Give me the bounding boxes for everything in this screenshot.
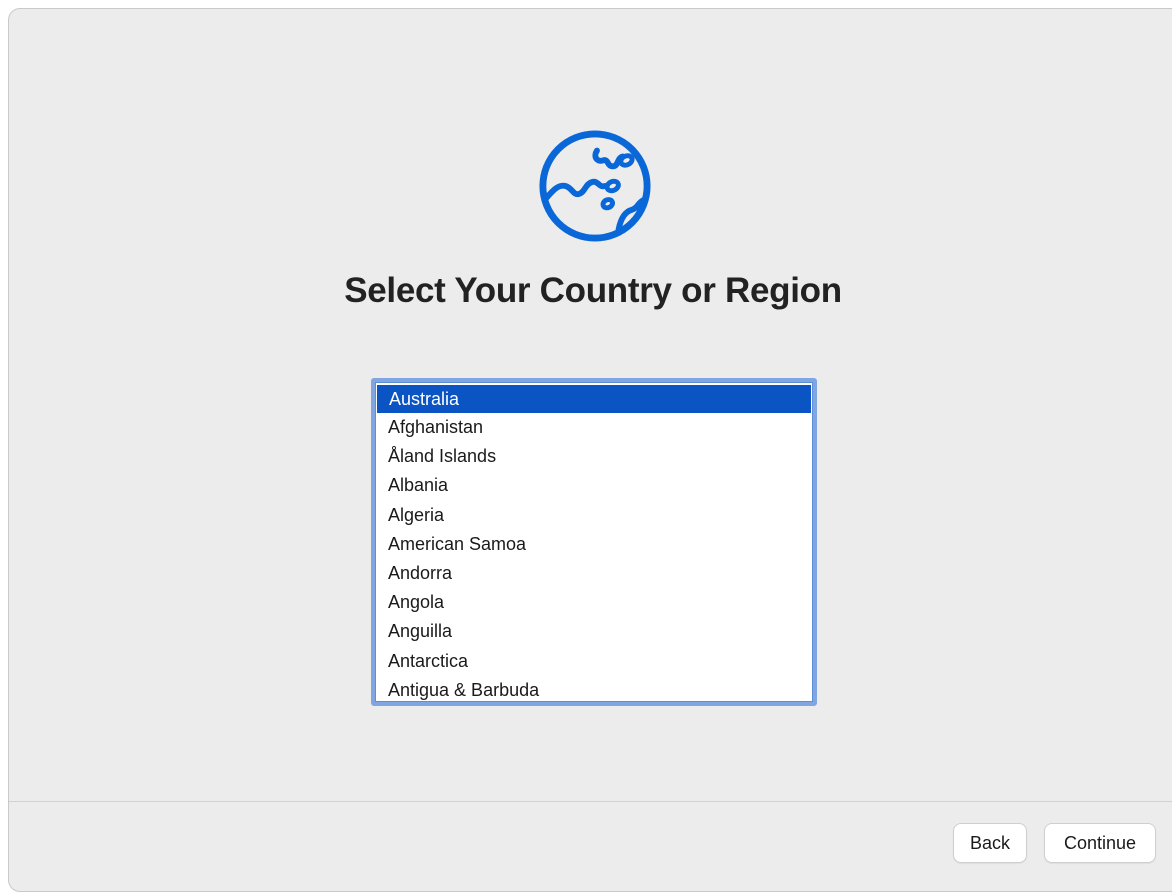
country-list: Australia Afghanistan Åland Islands Alba… <box>375 382 813 702</box>
page-title: Select Your Country or Region <box>344 271 842 310</box>
back-button[interactable]: Back <box>953 823 1027 863</box>
globe-icon <box>539 130 651 242</box>
list-item[interactable]: Antigua & Barbuda <box>376 676 812 702</box>
list-item[interactable]: Angola <box>376 588 812 617</box>
list-item[interactable]: Algeria <box>376 501 812 530</box>
setup-window: Select Your Country or Region Australia … <box>8 8 1172 892</box>
footer-divider <box>9 801 1172 802</box>
list-item[interactable]: Albania <box>376 471 812 500</box>
country-listbox[interactable]: Australia Afghanistan Åland Islands Alba… <box>371 378 817 706</box>
list-item[interactable]: Afghanistan <box>376 413 812 442</box>
list-item[interactable]: Andorra <box>376 559 812 588</box>
list-item-selected[interactable]: Australia <box>377 385 811 413</box>
list-item[interactable]: Antarctica <box>376 647 812 676</box>
list-item[interactable]: Anguilla <box>376 617 812 646</box>
list-item[interactable]: Åland Islands <box>376 442 812 471</box>
continue-button[interactable]: Continue <box>1044 823 1156 863</box>
list-item[interactable]: American Samoa <box>376 530 812 559</box>
